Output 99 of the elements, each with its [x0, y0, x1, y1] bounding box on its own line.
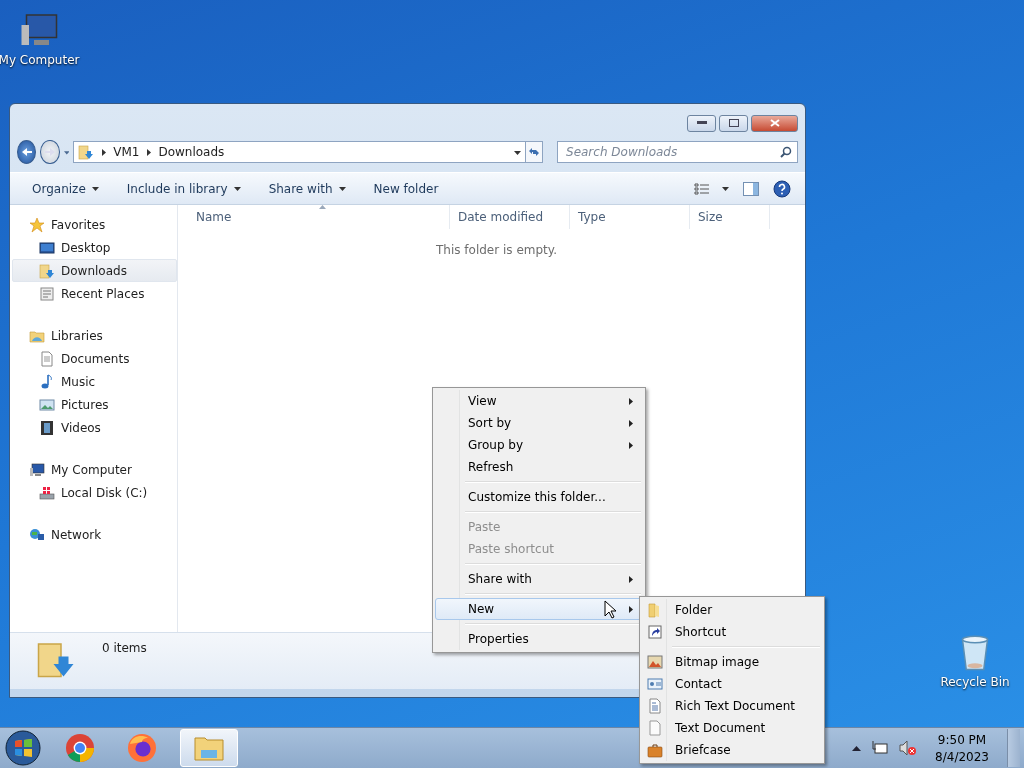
- navigation-item[interactable]: Favorites: [12, 213, 177, 236]
- back-arrow-icon: [20, 147, 33, 157]
- navigation-item[interactable]: Music: [12, 370, 177, 393]
- browser-icon: [64, 732, 96, 764]
- navigation-item[interactable]: Recent Places: [12, 282, 177, 305]
- navigation-item[interactable]: Downloads: [12, 259, 177, 282]
- column-header[interactable]: Name: [188, 205, 450, 229]
- preview-pane-icon[interactable]: [743, 181, 759, 196]
- recent-places-icon: [39, 285, 55, 302]
- computer-icon: [29, 461, 45, 478]
- desktop-icon[interactable]: My Computer: [0, 10, 81, 67]
- breadcrumb-arrow-icon: [100, 148, 108, 156]
- network-icon: [29, 526, 45, 543]
- desktop-icon-label: Recycle Bin: [940, 675, 1010, 689]
- star-icon: [29, 216, 45, 233]
- caret-icon: [91, 185, 99, 192]
- refresh-icon: [527, 146, 542, 158]
- menu-item[interactable]: Briefcase: [642, 739, 822, 761]
- refresh-button[interactable]: [525, 141, 543, 163]
- submenu-arrow-icon: [627, 397, 634, 405]
- menu-item[interactable]: Sort by: [435, 412, 643, 434]
- recent-pages-caret-icon: [63, 148, 70, 156]
- menu-item[interactable]: Text Document: [642, 717, 822, 739]
- caret-icon: [338, 185, 346, 192]
- breadcrumb[interactable]: Downloads: [158, 145, 225, 159]
- submenu-arrow-icon: [627, 419, 634, 427]
- navigation-item[interactable]: Local Disk (C:): [12, 481, 177, 504]
- navigation-item[interactable]: Videos: [12, 416, 177, 439]
- desktop-icon: [39, 239, 55, 256]
- column-header[interactable]: Type: [570, 205, 690, 229]
- menu-item[interactable]: Folder: [642, 599, 822, 621]
- document-icon: [647, 698, 663, 714]
- menu-item[interactable]: View: [435, 390, 643, 412]
- navigation-item[interactable]: Pictures: [12, 393, 177, 416]
- submenu-arrow-icon: [627, 575, 634, 583]
- disk-drive-icon: [39, 484, 55, 501]
- muted-speaker-icon[interactable]: [899, 740, 918, 756]
- shortcut-icon: [647, 624, 663, 640]
- submenu-arrow-icon: [627, 441, 634, 449]
- navigation-item[interactable]: Desktop: [12, 236, 177, 259]
- network-icon[interactable]: [871, 740, 890, 756]
- caret-icon: [233, 185, 241, 192]
- menu-item[interactable]: Customize this folder...: [435, 486, 643, 508]
- text-file-icon: [647, 720, 663, 736]
- start-button[interactable]: [4, 729, 42, 767]
- close-icon: [769, 119, 780, 127]
- contact-card-icon: [647, 676, 663, 692]
- image-file-icon: [647, 654, 663, 670]
- minimize-icon: [696, 121, 707, 125]
- column-header[interactable]: Date modified: [450, 205, 570, 229]
- menu-item[interactable]: Group by: [435, 434, 643, 456]
- forward-arrow-icon: [44, 147, 57, 157]
- menu-item[interactable]: Properties: [435, 628, 643, 650]
- toolbar-button[interactable]: New folder: [365, 178, 447, 199]
- breadcrumb-arrow-icon: [145, 148, 153, 156]
- menu-item[interactable]: Bitmap image: [642, 651, 822, 673]
- film-icon: [39, 419, 55, 436]
- minimize-button[interactable]: [687, 114, 716, 132]
- view-list-icon[interactable]: [694, 182, 710, 195]
- address-bar[interactable]: VM1 Downloads: [73, 141, 527, 163]
- navigation-item[interactable]: Network: [12, 523, 177, 546]
- search-icon: [780, 146, 792, 158]
- toolbar-button[interactable]: Include in library: [118, 178, 249, 199]
- navigation-item[interactable]: Libraries: [12, 324, 177, 347]
- empty-folder-message: This folder is empty.: [436, 243, 558, 257]
- restore-icon: [728, 119, 739, 127]
- back-button[interactable]: [17, 140, 37, 164]
- desktop-icon-label: My Computer: [0, 53, 80, 67]
- toolbar-button[interactable]: Share with: [260, 178, 354, 199]
- submenu-arrow-icon: [627, 605, 634, 613]
- menu-item[interactable]: Contact: [642, 673, 822, 695]
- show-hidden-icons-arrow-icon[interactable]: [852, 745, 862, 751]
- pictures-icon: [39, 396, 55, 413]
- downloads-folder-icon: [39, 262, 55, 279]
- document-icon: [39, 350, 55, 367]
- column-header[interactable]: Size: [690, 205, 770, 229]
- maximize-button[interactable]: [719, 114, 748, 132]
- menu-item[interactable]: Share with: [435, 568, 643, 590]
- downloads-folder-icon: [78, 144, 95, 160]
- briefcase-icon: [647, 742, 663, 758]
- forward-button[interactable]: [40, 140, 60, 164]
- menu-item[interactable]: Shortcut: [642, 621, 822, 643]
- music-note-icon: [39, 373, 55, 390]
- dropdown-caret-icon: [514, 148, 522, 156]
- item-count: 0 items: [102, 641, 147, 655]
- browser-icon: [126, 732, 158, 764]
- menu-item[interactable]: Rich Text Document: [642, 695, 822, 717]
- navigation-item[interactable]: Documents: [12, 347, 177, 370]
- clock[interactable]: 9:50 PM 8/4/2023: [927, 732, 997, 764]
- navigation-item[interactable]: My Computer: [12, 458, 177, 481]
- search-field[interactable]: Search Downloads: [557, 141, 798, 163]
- menu-item[interactable]: Refresh: [435, 456, 643, 478]
- desktop-icon[interactable]: Recycle Bin: [933, 632, 1017, 689]
- breadcrumb[interactable]: VM1: [113, 145, 140, 159]
- help-icon[interactable]: [773, 179, 791, 198]
- caret-icon: [722, 185, 729, 192]
- close-button[interactable]: [751, 114, 798, 132]
- toolbar-button[interactable]: Organize: [24, 178, 107, 199]
- mouse-pointer-icon: [604, 600, 617, 620]
